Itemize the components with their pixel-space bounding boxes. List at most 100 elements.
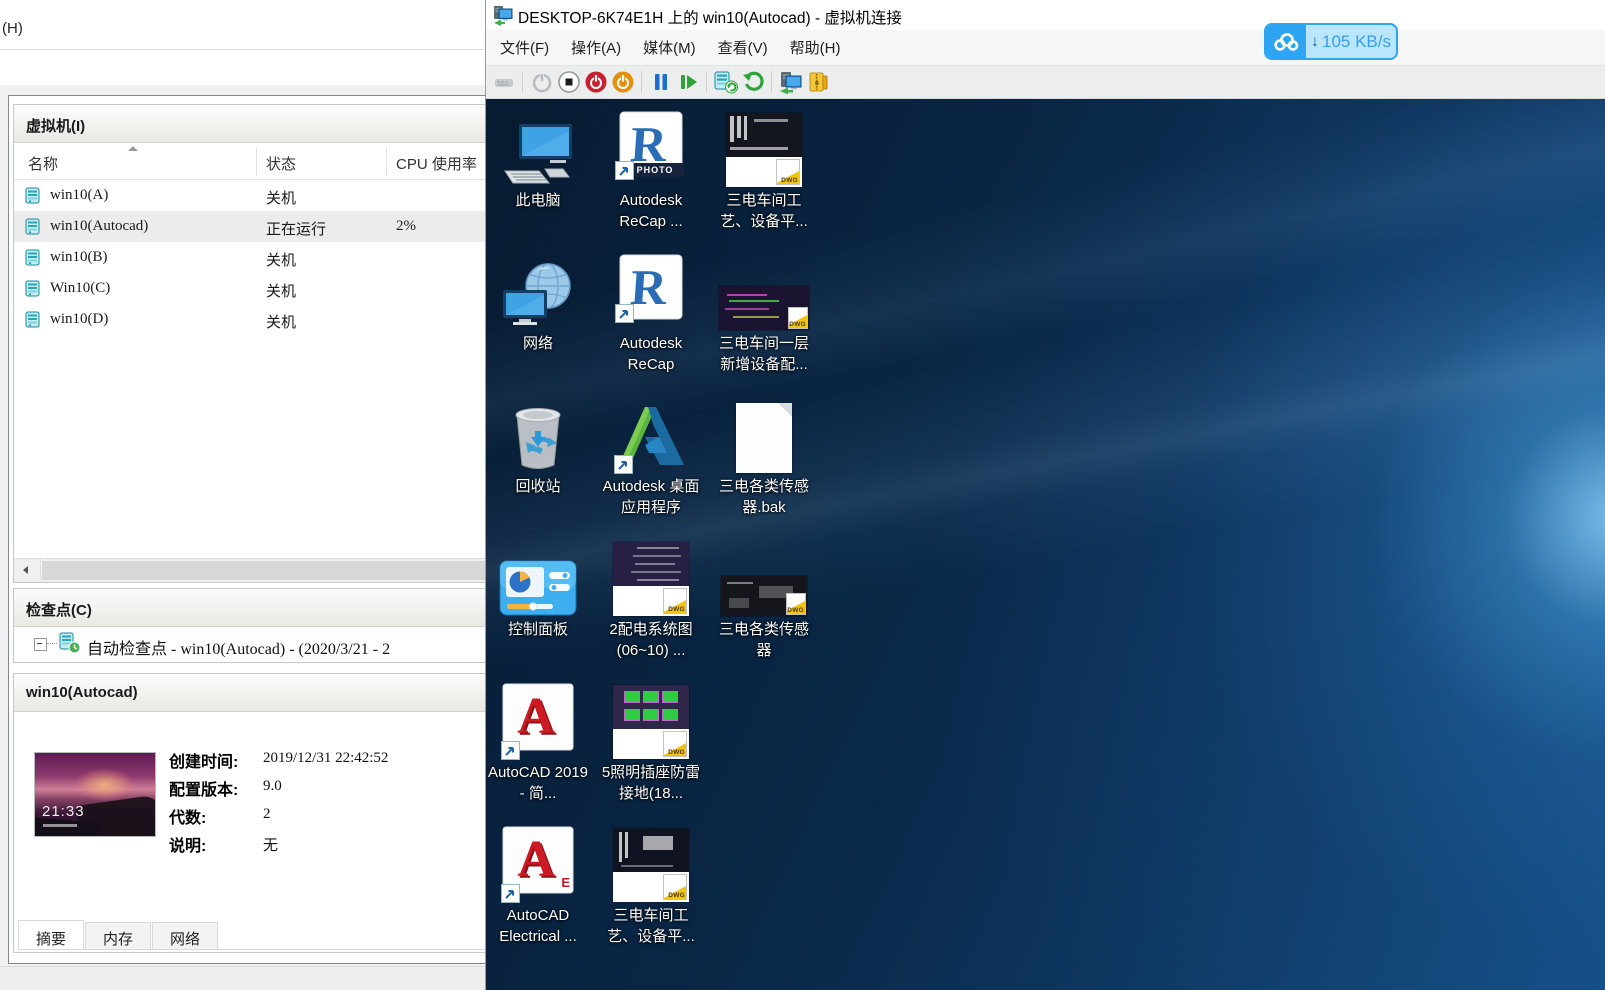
desktop-icon-label: 2配电系统图(06~10) ... <box>599 619 703 661</box>
desktop-icon-autodesk-desktop-app[interactable]: Autodesk 桌面应用程序 <box>599 393 703 536</box>
menu-action[interactable]: 操作(A) <box>560 30 632 65</box>
shut-down-button[interactable] <box>582 69 609 95</box>
desktop-icon-network[interactable]: 网络 <box>486 250 590 393</box>
detail-row: 说明: 无 <box>169 832 469 860</box>
page-fold <box>778 403 792 417</box>
column-header-status[interactable]: 状态 <box>266 153 296 174</box>
enhanced-session-button[interactable] <box>777 69 804 95</box>
photo-banner: PHOTO <box>626 163 684 177</box>
desktop-icon-this-pc[interactable]: 此电脑 <box>486 107 590 250</box>
toolbar-divider <box>706 71 707 93</box>
revert-button[interactable] <box>739 69 766 95</box>
desktop-icon-label: Autodesk ReCap ... <box>599 190 703 232</box>
desktop-icon-autocad-2019[interactable]: AA AutoCAD 2019 - 简... <box>486 679 590 822</box>
detail-value: 无 <box>263 834 278 855</box>
desktop-icon-dwg-first-floor[interactable]: DWG 三电车间一层新增设备配... <box>712 250 816 393</box>
detail-row: 代数: 2 <box>169 804 469 832</box>
desktop-icon-label: AutoCAD 2019 - 简... <box>486 762 590 804</box>
vmconnect-toolbar <box>486 65 1605 99</box>
vmconnect-titlebar[interactable]: DESKTOP-6K74E1H 上的 win10(Autocad) - 虚拟机连… <box>486 0 1605 30</box>
menu-view[interactable]: 查看(V) <box>707 30 779 65</box>
autocad-icon: AA <box>486 679 590 759</box>
menu-help[interactable]: 帮助(H) <box>779 30 852 65</box>
desktop-icon-autocad-electrical[interactable]: AA E AutoCAD Electrical ... <box>486 822 590 965</box>
tab-summary[interactable]: 摘要 <box>18 920 84 949</box>
desktop-icon-dwg-distribution-diagram[interactable]: DWG 2配电系统图(06~10) ... <box>599 536 703 679</box>
virtual-machines-panel: 虚拟机(I) 名称 状态 CPU 使用率 win10(A) 关机 win10(A… <box>13 104 485 583</box>
scrollbar-thumb[interactable] <box>42 561 485 580</box>
menu-file[interactable]: 文件(F) <box>489 30 560 65</box>
scroll-left-button[interactable] <box>14 559 41 581</box>
desktop-icon-bak-file[interactable]: 三电各类传感器.bak <box>712 393 816 536</box>
pause-button[interactable] <box>647 69 674 95</box>
desktop-icon-dwg-workshop-plan[interactable]: DWG 三电车间工艺、设备平... <box>712 107 816 250</box>
dwg-badge-icon: DWG <box>663 588 687 614</box>
shut-down-guest-button[interactable] <box>609 69 636 95</box>
checkpoint-tree-item[interactable]: 自动检查点 - win10(Autocad) - (2020/3/21 - 2 <box>14 627 485 659</box>
autocad-electrical-icon: AA E <box>486 822 590 902</box>
resume-button[interactable] <box>674 69 701 95</box>
start-button[interactable] <box>528 69 555 95</box>
column-divider[interactable] <box>386 147 387 175</box>
horizontal-scrollbar[interactable] <box>14 558 485 582</box>
desktop-icon-autodesk-recap[interactable]: R Autodesk ReCap <box>599 250 703 393</box>
table-row[interactable]: Win10(C) 关机 <box>14 273 485 304</box>
desktop-icon-label: 三电车间一层新增设备配... <box>712 333 816 375</box>
column-header-name[interactable]: 名称 <box>28 153 58 174</box>
netdisk-speed-badge[interactable]: ↓ 105 KB/s <box>1264 23 1398 60</box>
autodesk-recap-icon: R <box>599 250 703 330</box>
dwg-badge-icon: DWG <box>788 307 808 329</box>
dwg-preview <box>613 828 689 872</box>
vm-status: 正在运行 <box>266 218 326 239</box>
share-button[interactable] <box>804 69 831 95</box>
turn-off-button[interactable] <box>555 69 582 95</box>
desktop-icon-label: 此电脑 <box>486 190 590 211</box>
dwg-file-wide-icon: DWG <box>712 250 816 330</box>
column-divider[interactable] <box>256 147 257 175</box>
detail-label: 说明: <box>169 832 206 856</box>
desktop-icon-dwg-lighting[interactable]: DWG 5照明插座防雷接地(18... <box>599 679 703 822</box>
desktop-icon-control-panel[interactable]: 控制面板 <box>486 536 590 679</box>
desktop-icon-label: 5照明插座防雷接地(18... <box>599 762 703 804</box>
desktop-icon-label: 三电车间工艺、设备平... <box>712 190 816 232</box>
vm-screen-thumbnail[interactable]: 21:33 <box>34 752 156 837</box>
vm-details-body: 21:33 创建时间: 2019/12/31 22:42:52 配置版本: 9.… <box>14 712 485 925</box>
ctrl-alt-del-button[interactable] <box>490 69 517 95</box>
thumbnail-date-line <box>43 824 77 827</box>
detail-value: 2019/12/31 22:42:52 <box>263 750 388 767</box>
vm-name: win10(D) <box>50 311 108 328</box>
checkpoint-button[interactable] <box>712 69 739 95</box>
desktop-icon-recycle-bin[interactable]: 回收站 <box>486 393 590 536</box>
menu-item-help-fragment[interactable]: (H) <box>2 20 23 37</box>
table-row-selected[interactable]: win10(Autocad) 正在运行 2% <box>14 211 485 242</box>
table-row[interactable]: win10(D) 关机 <box>14 304 485 335</box>
dwg-badge-icon: DWG <box>786 593 806 615</box>
menubar-divider <box>0 49 485 50</box>
dwg-preview <box>613 542 689 586</box>
sort-ascending-icon <box>128 146 138 151</box>
menu-media[interactable]: 媒体(M) <box>632 30 707 65</box>
vmconnect-app-icon <box>492 4 514 26</box>
tab-network[interactable]: 网络 <box>152 922 218 949</box>
checkpoint-current-item[interactable]: 当前 <box>14 659 485 663</box>
column-header-cpu[interactable]: CPU 使用率 <box>396 153 477 174</box>
table-row[interactable]: win10(A) 关机 <box>14 180 485 211</box>
hyperv-manager-window: (H) 虚拟机(I) 名称 状态 CPU 使用率 win10(A) 关机 win… <box>0 0 485 990</box>
desktop-icon-label: 三电各类传感器 <box>712 619 816 661</box>
desktop-icon-dwg-workshop[interactable]: DWG 三电车间工艺、设备平... <box>599 822 703 965</box>
shortcut-arrow-icon <box>502 885 519 902</box>
vm-desktop[interactable]: 此电脑 网络 回收站 控制面板 <box>486 99 1605 990</box>
desktop-icon-label: Autodesk ReCap <box>599 333 703 375</box>
dwg-file-wide-icon: DWG <box>712 536 816 616</box>
tab-memory[interactable]: 内存 <box>85 922 151 949</box>
network-icon <box>486 250 590 330</box>
checkpoint-label: 自动检查点 - win10(Autocad) - (2020/3/21 - 2 <box>87 635 390 659</box>
desktop-icon-dwg-sensors[interactable]: DWG 三电各类传感器 <box>712 536 816 679</box>
table-row[interactable]: win10(B) 关机 <box>14 242 485 273</box>
detail-label: 配置版本: <box>169 776 238 800</box>
details-tab-bar: 摘要 内存 网络 <box>18 921 485 950</box>
autodesk-desktop-app-icon <box>599 393 703 473</box>
toolbar-divider <box>641 71 642 93</box>
desktop-icon-autodesk-recap-photo[interactable]: R PHOTO Autodesk ReCap ... <box>599 107 703 250</box>
tree-collapse-icon[interactable] <box>34 638 47 651</box>
